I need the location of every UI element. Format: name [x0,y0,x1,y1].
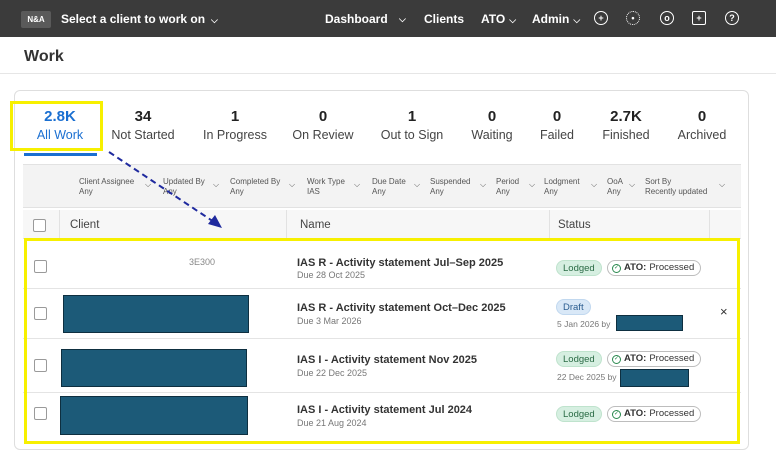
arrow-line [108,151,215,223]
arrow-head [208,215,222,228]
annotation-arrow [108,151,222,228]
